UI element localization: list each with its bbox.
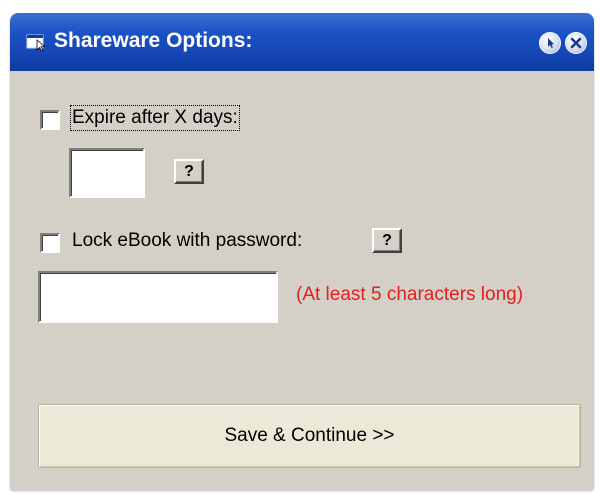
app-window-icon — [26, 33, 48, 52]
password-input[interactable] — [38, 271, 278, 323]
title-bar[interactable]: Shareware Options: — [10, 13, 594, 71]
expire-checkbox[interactable] — [40, 110, 60, 130]
password-checkbox[interactable] — [40, 233, 60, 253]
window-body: Expire after X days: ? Lock eBook with p… — [10, 71, 594, 490]
window-title: Shareware Options: — [54, 29, 253, 52]
expire-help-button[interactable]: ? — [174, 159, 204, 184]
help-icon[interactable] — [539, 32, 561, 54]
password-help-button[interactable]: ? — [372, 228, 402, 253]
close-icon[interactable] — [565, 32, 587, 54]
save-continue-button[interactable]: Save & Continue >> — [38, 404, 581, 468]
expire-days-input[interactable] — [69, 148, 145, 198]
password-label[interactable]: Lock eBook with password: — [72, 230, 302, 252]
expire-label[interactable]: Expire after X days: — [70, 105, 240, 131]
shareware-options-window: Shareware Options: Expire after X days: … — [10, 13, 594, 490]
password-length-hint: (At least 5 characters long) — [296, 284, 524, 305]
